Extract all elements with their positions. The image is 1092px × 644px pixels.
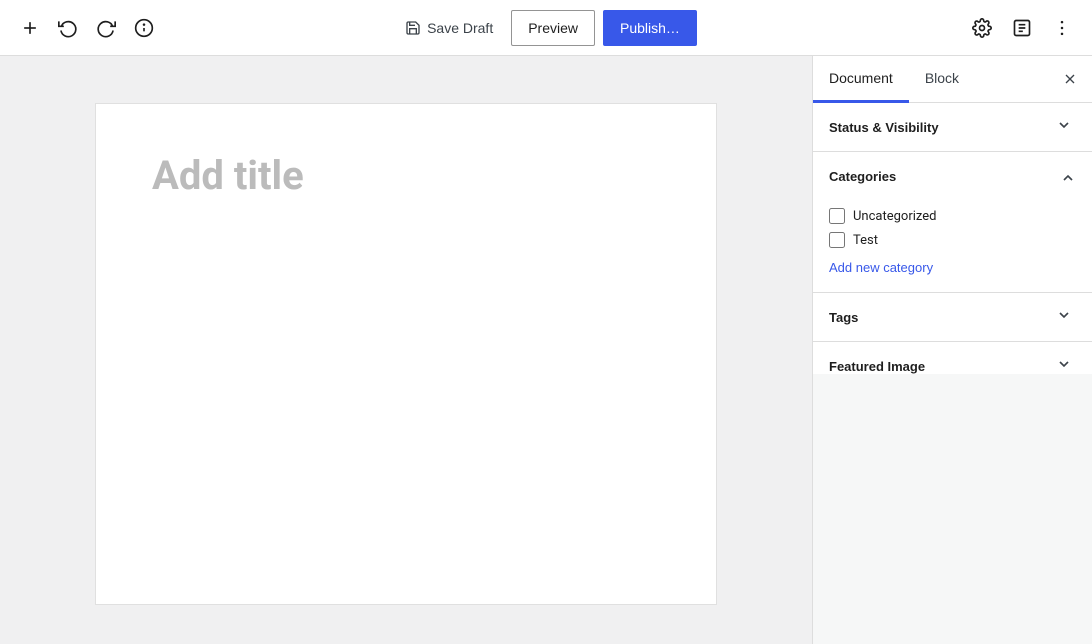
sidebar: Document Block Status & Visibility [812, 56, 1092, 644]
save-draft-button[interactable]: Save Draft [395, 14, 503, 42]
add-new-category-button[interactable]: Add new category [829, 260, 933, 275]
status-visibility-toggle[interactable]: Status & Visibility [813, 103, 1092, 151]
categories-body: Uncategorized Test Add new category [813, 200, 1092, 292]
preview-button[interactable]: Preview [511, 10, 595, 46]
featured-image-chevron-icon [1056, 356, 1076, 374]
status-visibility-chevron-icon [1056, 117, 1076, 137]
info-button[interactable] [126, 10, 162, 46]
editor-canvas: Add title [96, 104, 716, 604]
category-uncategorized-item: Uncategorized [829, 208, 1076, 224]
yoast-button[interactable] [1004, 10, 1040, 46]
tags-section: Tags [813, 293, 1092, 342]
toolbar-right [701, 10, 1080, 46]
tab-block[interactable]: Block [909, 56, 975, 103]
more-options-button[interactable] [1044, 10, 1080, 46]
tab-document[interactable]: Document [813, 56, 909, 103]
close-sidebar-button[interactable] [1052, 61, 1088, 97]
categories-toggle[interactable]: Categories [813, 152, 1092, 200]
toolbar: Save Draft Preview Publish… [0, 0, 1092, 56]
main-area: Add title Document Block Status & Visibi… [0, 56, 1092, 644]
sidebar-content: Status & Visibility Categories [813, 103, 1092, 374]
featured-image-section: Featured Image [813, 342, 1092, 374]
toolbar-center: Save Draft Preview Publish… [395, 10, 697, 46]
redo-button[interactable] [88, 10, 124, 46]
categories-chevron-icon [1056, 166, 1076, 186]
category-uncategorized-label: Uncategorized [853, 209, 936, 224]
editor-area: Add title [0, 56, 812, 644]
category-test-label: Test [853, 233, 878, 248]
add-block-button[interactable] [12, 10, 48, 46]
publish-button[interactable]: Publish… [603, 10, 697, 46]
settings-button[interactable] [964, 10, 1000, 46]
status-visibility-section: Status & Visibility [813, 103, 1092, 152]
category-test-checkbox[interactable] [829, 232, 845, 248]
category-uncategorized-checkbox[interactable] [829, 208, 845, 224]
sidebar-bottom-area [813, 374, 1092, 644]
toolbar-left [12, 10, 391, 46]
category-test-item: Test [829, 232, 1076, 248]
editor-title[interactable]: Add title [152, 152, 660, 208]
categories-section: Categories Uncategorized Test [813, 152, 1092, 293]
tags-toggle[interactable]: Tags [813, 293, 1092, 341]
undo-button[interactable] [50, 10, 86, 46]
featured-image-toggle[interactable]: Featured Image [813, 342, 1092, 374]
tags-chevron-icon [1056, 307, 1076, 327]
sidebar-header: Document Block [813, 56, 1092, 103]
